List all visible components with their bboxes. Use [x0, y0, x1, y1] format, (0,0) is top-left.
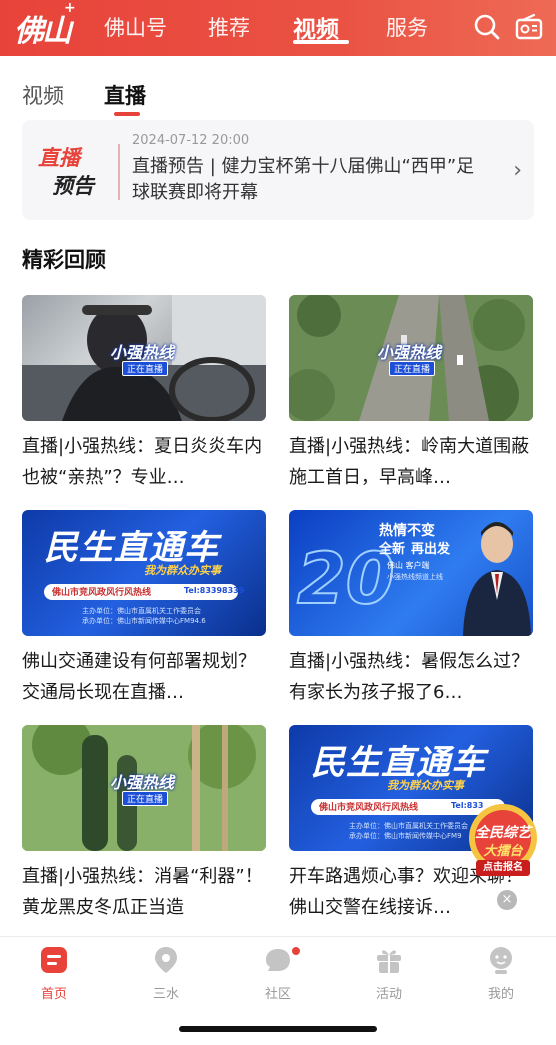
section-title: 精彩回顾: [22, 248, 106, 272]
nav-tab-foshanhao[interactable]: 佛山号: [104, 12, 167, 42]
video-card-title: 直播|小强热线：岭南大道围蔽施工首日，早高峰…: [289, 436, 530, 488]
search-icon[interactable]: [472, 12, 502, 42]
video-card[interactable]: 小强热线 正在直播 直播|小强热线：消暑“利器”！黄龙黑皮冬瓜正当造: [22, 725, 266, 935]
badge-line2: 预告: [52, 174, 94, 198]
nav-tab-recommend[interactable]: 推荐: [208, 12, 250, 42]
live-preview-banner[interactable]: 直播 预告 2024-07-12 20:00 直播预告 | 健力宝杯第十八届佛山…: [22, 120, 534, 220]
video-thumbnail: 20 热情不变 全新 再出发 佛山 客户端 小强热线频道上线: [289, 510, 533, 636]
video-card[interactable]: 20 热情不变 全新 再出发 佛山 客户端 小强热线频道上线 直播|小强热线：暑…: [289, 510, 533, 720]
video-thumbnail: 小强热线 正在直播: [22, 725, 266, 851]
nav-active-indicator: [293, 40, 349, 44]
live-preview-badge: 直播 预告: [38, 142, 108, 198]
video-card[interactable]: 小强热线 正在直播 直播|小强热线：夏日炎炎车内也被“亲热”？专业…: [22, 295, 266, 505]
video-card-title: 佛山交通建设有何部署规划？交通局长现在直播…: [22, 651, 256, 703]
promo-line2: 大擂台: [483, 844, 523, 859]
tab-activity[interactable]: 活动: [349, 945, 429, 1005]
video-card[interactable]: 民生直通车 我为群众办实事 佛山市竞风政风行风热线 Tel:83398339 主…: [22, 510, 266, 720]
banner-organizers: 主办单位：佛山市直属机关工作委员会 承办单位：佛山市新闻传媒中心FM9: [349, 822, 468, 840]
tab-profile[interactable]: 我的: [461, 945, 541, 1005]
video-card-title: 直播|小强热线：夏日炎炎车内也被“亲热”？专业…: [22, 436, 263, 488]
notification-dot: [290, 945, 302, 957]
banner-tel: Tel:83398339: [184, 586, 245, 595]
banner-line3: 再出发: [411, 542, 451, 557]
live-preview-title: 直播预告 | 健力宝杯第十八届佛山“西甲”足球联赛即将开幕: [132, 156, 475, 203]
chat-bubble-icon: [266, 949, 290, 971]
tab-label: 社区: [264, 987, 291, 1002]
nav-tab-service[interactable]: 服务: [386, 12, 428, 42]
video-thumbnail: 民生直通车 我为群众办实事 佛山市竞风政风行风热线 Tel:83398339 主…: [22, 510, 266, 636]
profile-icon: [490, 947, 512, 974]
host-photo: [463, 522, 531, 636]
banner-organizers: 主办单位：佛山市直属机关工作委员会 承办单位：佛山市新闻传媒中心FM94.6: [82, 607, 206, 625]
xiaoqiang-logo: 小强热线: [110, 343, 175, 362]
gift-icon: [377, 950, 401, 973]
subtab-live[interactable]: 直播: [104, 80, 146, 110]
video-thumbnail: 小强热线 正在直播: [289, 295, 533, 421]
sub-tab-bar: 视频 直播: [0, 56, 556, 120]
live-tag: 正在直播: [122, 791, 169, 806]
live-tag: 正在直播: [122, 361, 169, 376]
divider: [118, 144, 120, 200]
radio-icon[interactable]: [514, 12, 544, 42]
close-icon[interactable]: ×: [497, 890, 517, 910]
tab-label: 首页: [40, 987, 67, 1002]
tab-label: 三水: [152, 987, 179, 1002]
promo-floating-badge[interactable]: 全民综艺 大擂台 点击报名: [460, 800, 546, 878]
banner-org: 佛山市竞风政风行风热线: [52, 588, 152, 598]
video-card-title: 直播|小强热线：消暑“利器”！黄龙黑皮冬瓜正当造: [22, 866, 263, 918]
banner-org: 佛山市竞风政风行风热线: [319, 803, 419, 813]
nav-tab-video[interactable]: 视频: [293, 10, 339, 44]
tab-community[interactable]: 社区: [238, 945, 318, 1005]
subtab-video[interactable]: 视频: [22, 80, 64, 110]
logo-plus-mark: +: [64, 0, 76, 16]
home-icon: [41, 947, 67, 973]
xiaoqiang-logo: 小强热线: [377, 343, 442, 362]
banner-line2: 全新: [379, 542, 406, 557]
promo-signup-button[interactable]: 点击报名: [476, 860, 530, 876]
app-logo[interactable]: 佛山: [14, 6, 72, 50]
video-thumbnail: 小强热线 正在直播: [22, 295, 266, 421]
video-card[interactable]: 小强热线 正在直播 直播|小强热线：岭南大道围蔽施工首日，早高峰…: [289, 295, 533, 505]
chevron-right-icon: ›: [513, 158, 522, 183]
banner-slogan: 我为群众办实事: [144, 564, 221, 577]
xiaoqiang-logo: 小强热线: [110, 773, 175, 792]
tab-label: 活动: [375, 987, 402, 1002]
banner-line1: 热情不变: [379, 523, 435, 539]
subtab-active-indicator: [114, 112, 140, 116]
live-tag: 正在直播: [389, 361, 436, 376]
top-header: 佛山 + 佛山号 推荐 视频 服务: [0, 0, 556, 56]
banner-slogan: 我为群众办实事: [387, 779, 464, 792]
tab-sanshui[interactable]: 三水: [126, 945, 206, 1005]
live-preview-date: 2024-07-12 20:00: [132, 133, 250, 148]
home-indicator: [179, 1026, 377, 1032]
video-card-title: 直播|小强热线：暑假怎么过？有家长为孩子报了6…: [289, 651, 530, 703]
location-icon: [155, 947, 177, 973]
tab-label: 我的: [487, 987, 514, 1002]
banner-sub: 佛山 客户端: [387, 561, 430, 570]
tab-home[interactable]: 首页: [14, 945, 94, 1005]
badge-line1: 直播: [38, 146, 80, 170]
promo-line1: 全民综艺: [475, 825, 531, 841]
banner-sub2: 小强热线频道上线: [387, 573, 443, 581]
